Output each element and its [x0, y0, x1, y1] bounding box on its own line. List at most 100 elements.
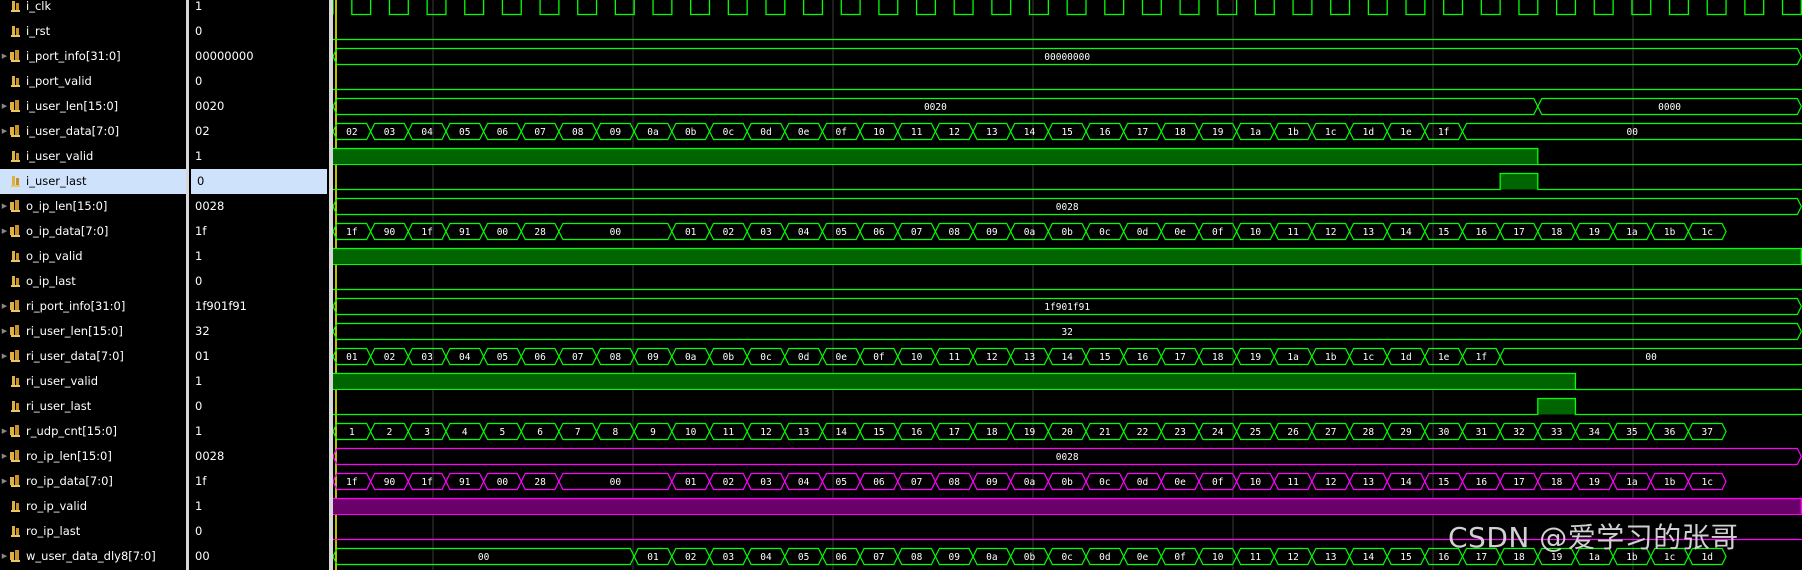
signal-row-3[interactable]: i_port_valid	[0, 69, 186, 94]
bus-value-label: 0b	[685, 127, 697, 138]
bus-value-label: 14	[1061, 352, 1073, 363]
expand-arrow-icon[interactable]: ▶	[0, 119, 9, 144]
signal-row-22[interactable]: ▶ w_user_data_dly8[7:0]	[0, 544, 186, 569]
signal-name-label: ro_ip_last	[26, 524, 81, 538]
signal-value-22: 00	[195, 549, 210, 563]
bus-value-label: 29	[1400, 427, 1412, 438]
bus-value-label: 1b	[1287, 127, 1299, 138]
bus-value-label: 0f	[1174, 552, 1185, 563]
signal-name-label: i_user_data[7:0]	[26, 124, 120, 138]
waveform-canvas[interactable]: 000000000020 000002 03 04 05 06 07 08 09 0a 0b 0c 0d…	[333, 0, 1802, 570]
bus-value-label: 01	[346, 352, 358, 363]
signal-row-18[interactable]: ▶ ro_ip_len[15:0]	[0, 444, 186, 469]
bus-value-label: 0b	[1061, 477, 1073, 488]
expand-arrow-icon[interactable]: ▶	[0, 219, 9, 244]
bus-value-label: 1c	[1701, 227, 1712, 238]
bus-value-label: 0a	[1024, 477, 1035, 488]
bus-value-label: 26	[1287, 427, 1299, 438]
bus-signal-icon	[10, 475, 20, 487]
signal-name-label: ri_user_len[15:0]	[26, 324, 123, 338]
bus-value-label: 04	[798, 227, 810, 238]
bus-value-label: 14	[1363, 552, 1375, 563]
bus-value-label: 18	[1212, 352, 1224, 363]
signal-row-15[interactable]: ri_user_valid	[0, 369, 186, 394]
expand-arrow-icon[interactable]: ▶	[0, 469, 9, 494]
bus-value-label: 0c	[1099, 477, 1110, 488]
bus-signal-icon	[10, 450, 20, 462]
watermark: CSDN @爱学习的张哥	[1448, 521, 1739, 554]
bus-value-label: 09	[610, 127, 622, 138]
bus-value-label: 19	[1212, 127, 1224, 138]
signal-name-label: r_udp_cnt[15:0]	[26, 424, 118, 438]
bus-value-label: 0e	[1174, 477, 1186, 488]
pulse-high-region	[1537, 398, 1576, 415]
bus-value-label: 22	[1137, 427, 1148, 438]
bus-value-label: 1	[349, 427, 355, 438]
signal-icon	[11, 1, 20, 12]
signal-row-10[interactable]: o_ip_valid	[0, 244, 186, 269]
bus-value-label: 04	[421, 127, 433, 138]
signal-row-9[interactable]: ▶ o_ip_data[7:0]	[0, 219, 186, 244]
expand-arrow-icon[interactable]: ▶	[0, 294, 9, 319]
bus-value-label: 00000000	[1044, 52, 1090, 63]
signal-value-17: 1	[195, 424, 203, 438]
signal-name-label: i_port_info[31:0]	[26, 49, 121, 63]
expand-arrow-icon[interactable]: ▶	[0, 94, 9, 119]
signal-row-11[interactable]: o_ip_last	[0, 269, 186, 294]
bus-value-label: 32	[1513, 427, 1524, 438]
signal-row-13[interactable]: ▶ ri_user_len[15:0]	[0, 319, 186, 344]
signal-row-20[interactable]: ro_ip_valid	[0, 494, 186, 519]
bus-value-label: 18	[1174, 127, 1186, 138]
expand-arrow-icon[interactable]: ▶	[0, 444, 9, 469]
signal-row-19[interactable]: ▶ ro_ip_data[7:0]	[0, 469, 186, 494]
signal-name-label: i_user_len[15:0]	[26, 99, 119, 113]
expand-arrow-icon[interactable]: ▶	[0, 344, 9, 369]
expand-arrow-icon[interactable]: ▶	[0, 419, 9, 444]
expand-arrow-icon[interactable]: ▶	[0, 44, 9, 69]
signal-value-14: 01	[195, 349, 210, 363]
bus-value-label: 1f	[1438, 127, 1449, 138]
bus-value-label: 07	[911, 227, 922, 238]
bus-value-label: 11	[1287, 227, 1299, 238]
signal-value-12: 1f901f91	[195, 299, 247, 313]
bus-value-label: 00	[478, 552, 490, 563]
expand-arrow-icon[interactable]: ▶	[0, 544, 9, 569]
signal-row-4[interactable]: ▶ i_user_len[15:0]	[0, 94, 186, 119]
bus-value-label: 02	[723, 477, 734, 488]
signal-row-1[interactable]: i_rst	[0, 19, 186, 44]
signal-row-5[interactable]: ▶ i_user_data[7:0]	[0, 119, 186, 144]
expand-arrow-icon[interactable]: ▶	[0, 319, 9, 344]
signal-row-14[interactable]: ▶ ri_user_data[7:0]	[0, 344, 186, 369]
bus-value-label: 13	[798, 427, 809, 438]
signal-name-label: w_user_data_dly8[7:0]	[26, 549, 156, 563]
signal-row-17[interactable]: ▶ r_udp_cnt[15:0]	[0, 419, 186, 444]
bus-value-label: 21	[1099, 427, 1111, 438]
bus-value-label: 11	[1250, 552, 1262, 563]
bus-value-label: 3	[424, 427, 430, 438]
signal-row-2[interactable]: ▶ i_port_info[31:0]	[0, 44, 186, 69]
signal-row-0[interactable]: i_clk	[0, 0, 186, 19]
bus-value-label: 02	[723, 227, 734, 238]
bus-value-label: 10	[873, 127, 885, 138]
expand-arrow-icon[interactable]: ▶	[0, 194, 9, 219]
signal-row-8[interactable]: ▶ o_ip_len[15:0]	[0, 194, 186, 219]
signal-name-label: ro_ip_data[7:0]	[26, 474, 113, 488]
bus-value-label: 00	[1627, 127, 1639, 138]
signal-row-21[interactable]: ro_ip_last	[0, 519, 186, 544]
signal-row-12[interactable]: ▶ ri_port_info[31:0]	[0, 294, 186, 319]
bus-value-label: 03	[760, 227, 771, 238]
bus-value-label: 07	[911, 477, 922, 488]
bus-value-label: 1a	[1626, 477, 1637, 488]
bus-value-label: 0f	[1212, 477, 1223, 488]
signal-row-16[interactable]: ri_user_last	[0, 394, 186, 419]
bus-value-label: 06	[497, 127, 509, 138]
signal-value-7: 0	[191, 169, 327, 194]
signal-row-7[interactable]: i_user_last	[0, 169, 186, 194]
signal-row-6[interactable]: i_user_valid	[0, 144, 186, 169]
bus-value-label: 06	[873, 477, 885, 488]
signal-icon	[11, 276, 20, 287]
bus-value-label: 05	[497, 352, 508, 363]
bus-value-label: 1b	[1664, 477, 1676, 488]
bus-value-label: 09	[948, 552, 960, 563]
bus-value-label: 0d	[1099, 552, 1110, 563]
